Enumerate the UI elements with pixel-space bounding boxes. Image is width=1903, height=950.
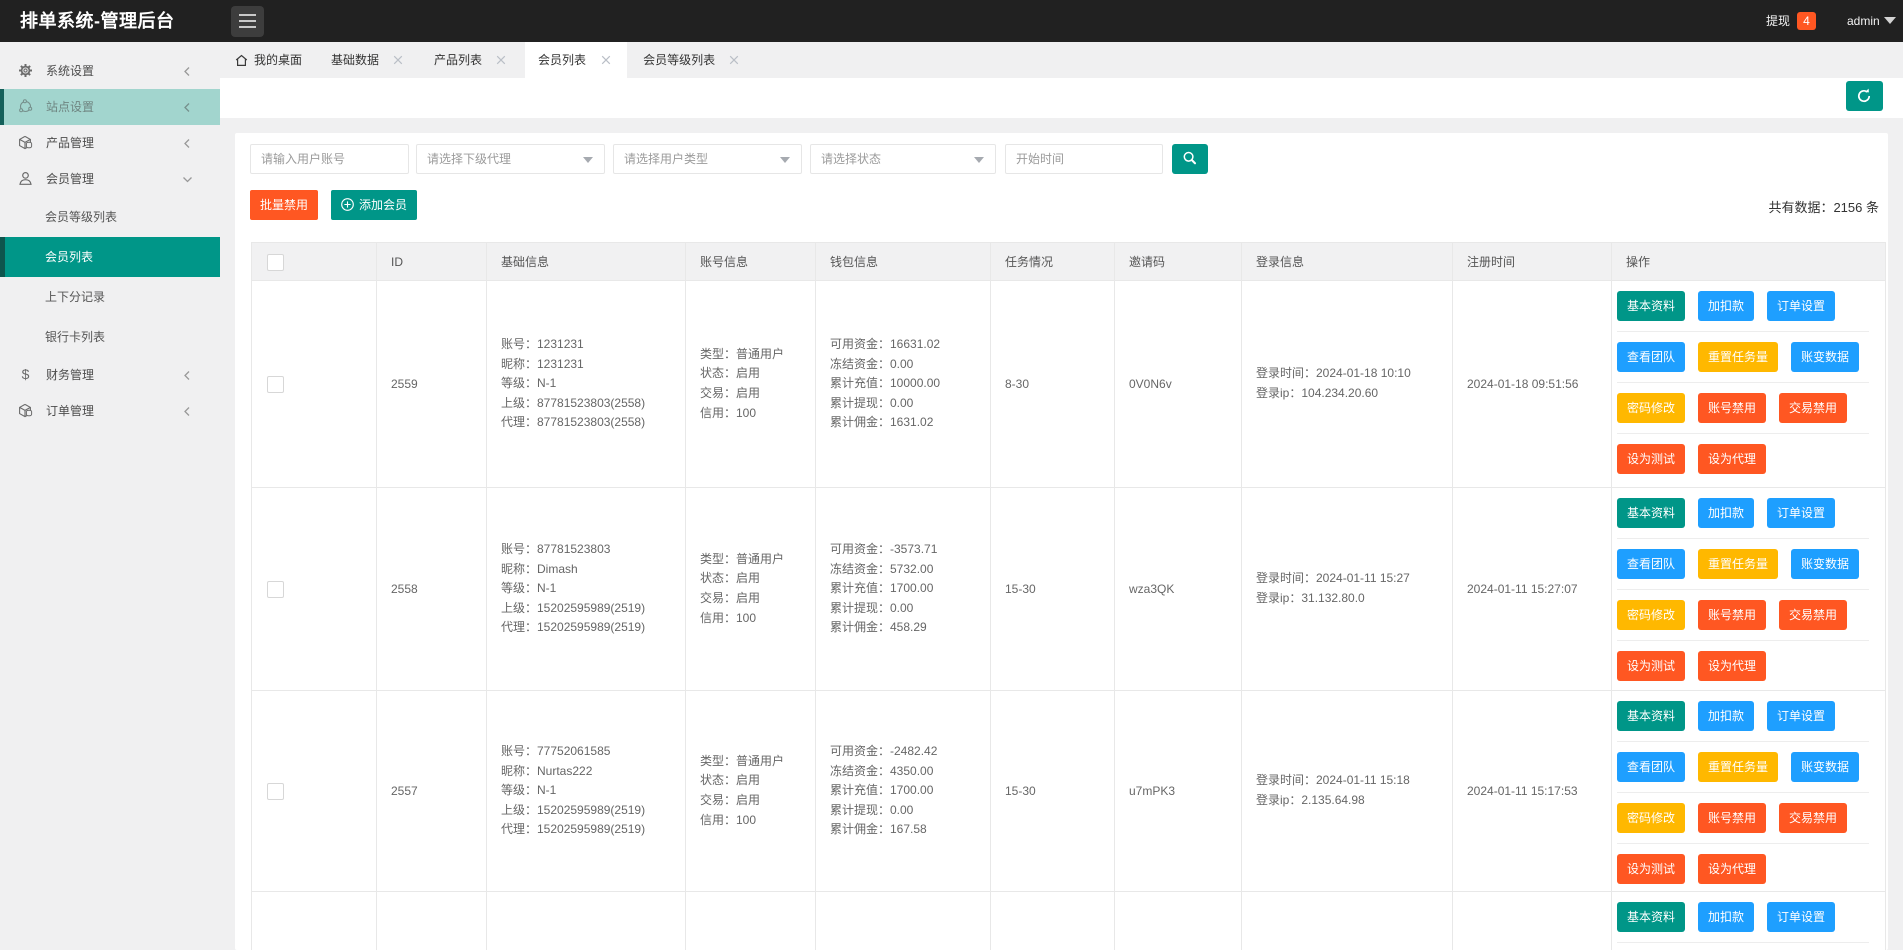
svg-text:$: $ <box>22 367 30 382</box>
